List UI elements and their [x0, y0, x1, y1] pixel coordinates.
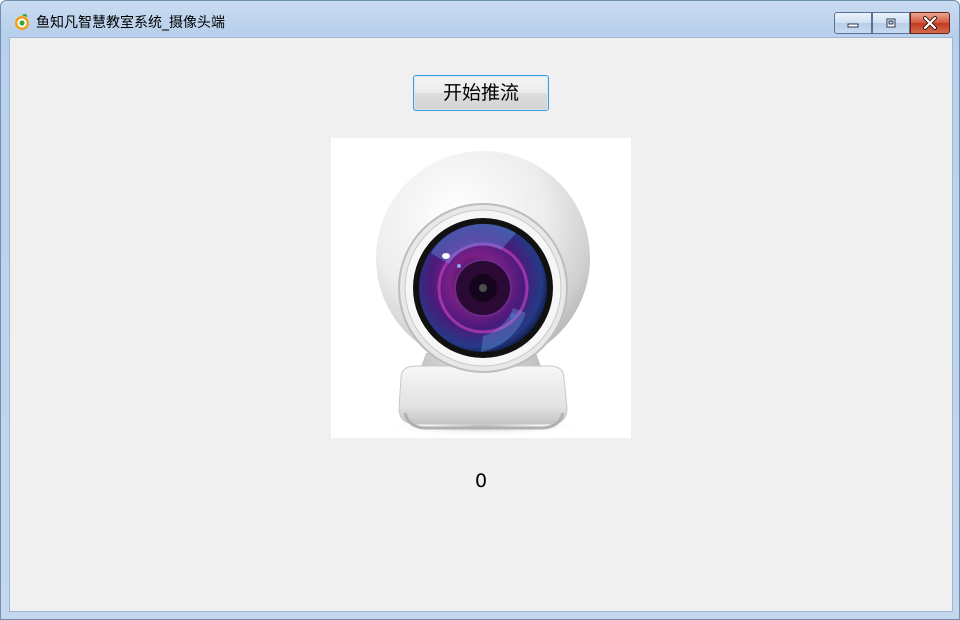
window-title: 鱼知凡智慧教室系统_摄像头端 [36, 15, 225, 31]
app-window: 鱼知凡智慧教室系统_摄像头端 开始推流 0 [0, 0, 960, 620]
minimize-icon [847, 23, 859, 28]
webcam-illustration [376, 151, 590, 436]
client-area: 开始推流 0 [9, 37, 953, 612]
restore-icon [886, 18, 896, 28]
window-controls [834, 12, 950, 34]
minimize-button[interactable] [834, 12, 872, 34]
maximize-button[interactable] [872, 12, 910, 34]
app-logo-icon [15, 13, 29, 30]
webcam-image [331, 138, 631, 438]
counter-value: 0 [474, 470, 488, 492]
start-push-stream-button[interactable]: 开始推流 [413, 75, 549, 111]
title-bar[interactable]: 鱼知凡智慧教室系统_摄像头端 [1, 1, 959, 37]
close-icon [923, 16, 937, 30]
close-button[interactable] [910, 12, 950, 34]
